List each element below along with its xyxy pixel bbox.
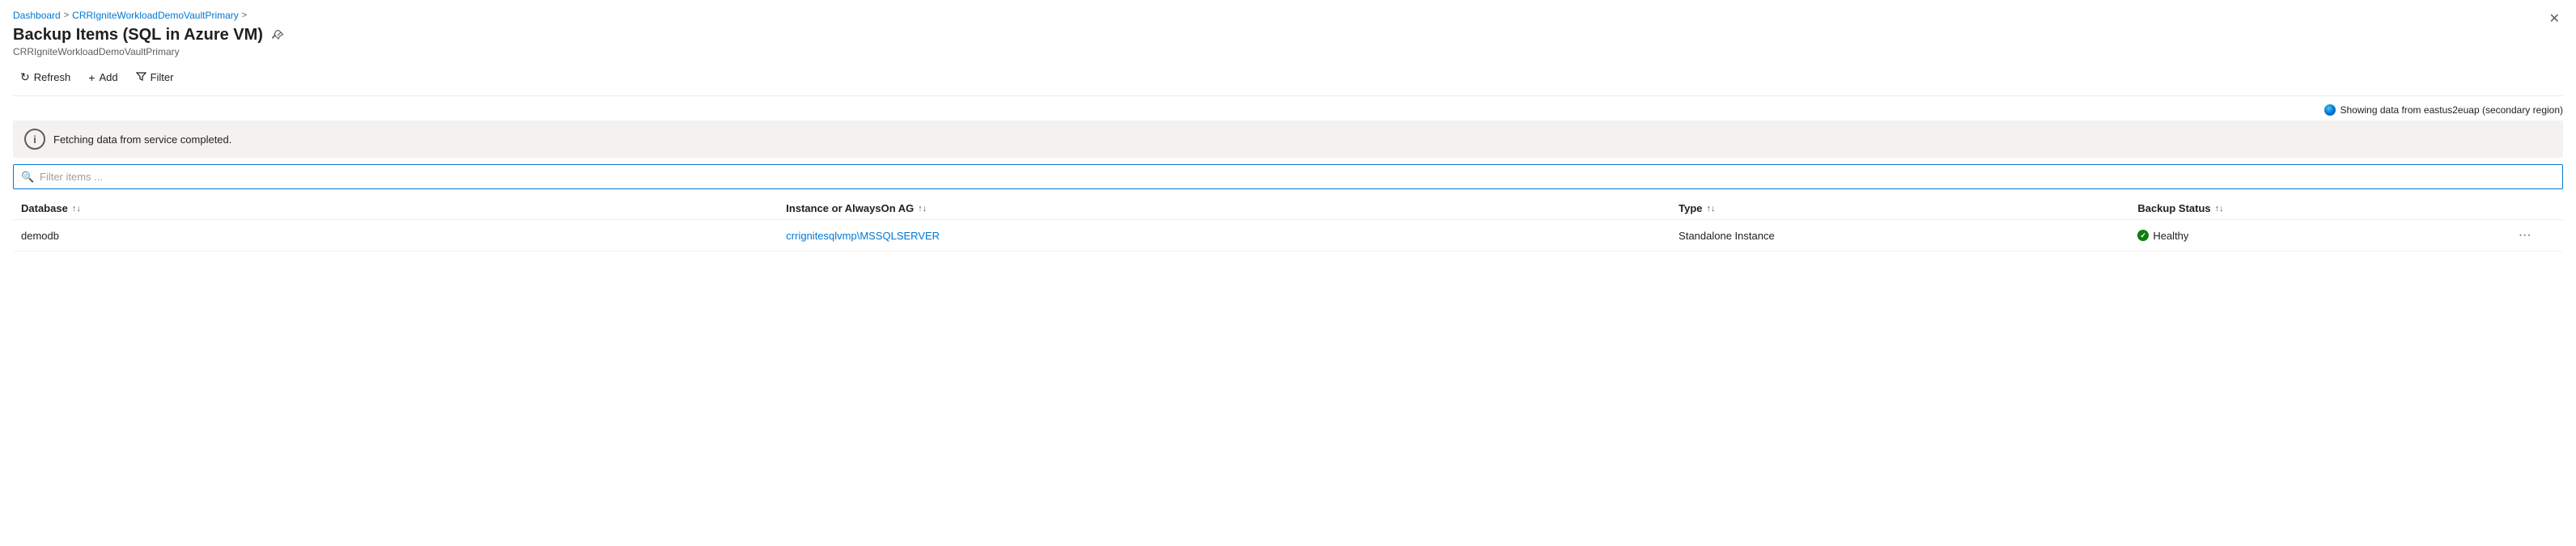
page-container: Dashboard > CRRIgniteWorkloadDemoVaultPr…: [0, 0, 2576, 252]
refresh-button[interactable]: ↻ Refresh: [13, 66, 78, 89]
pin-icon[interactable]: [271, 29, 284, 42]
status-icon-0: [2137, 230, 2149, 241]
backup-items-table: Database ↑↓ Instance or AlwaysOn AG ↑↓ T…: [13, 196, 2563, 252]
filter-label: Filter: [151, 71, 174, 83]
page-title: Backup Items (SQL in Azure VM): [13, 26, 263, 44]
sort-icon-type[interactable]: ↑↓: [1707, 204, 1716, 214]
refresh-icon: ↻: [20, 70, 30, 84]
table-row: demodb crrignitesqlvmp\MSSQLSERVER Stand…: [13, 220, 2563, 252]
close-button[interactable]: ✕: [2546, 10, 2563, 29]
info-message: Fetching data from service completed.: [53, 133, 231, 146]
filter-button[interactable]: Filter: [129, 66, 181, 89]
filter-input[interactable]: [13, 164, 2563, 189]
cell-instance-0[interactable]: crrignitesqlvmp\MSSQLSERVER: [778, 220, 1670, 252]
filter-input-container: 🔍: [13, 164, 2563, 189]
add-label: Add: [99, 71, 117, 83]
toolbar: ↻ Refresh + Add Filter: [13, 66, 2563, 96]
breadcrumb: Dashboard > CRRIgniteWorkloadDemoVaultPr…: [13, 10, 2563, 21]
col-header-type: Type ↑↓: [1670, 196, 2129, 220]
cell-database-0: demodb: [13, 220, 778, 252]
add-icon: +: [88, 71, 95, 84]
status-label-0: Healthy: [2153, 230, 2188, 242]
sort-icon-database[interactable]: ↑↓: [72, 204, 81, 214]
sort-icon-backup-status[interactable]: ↑↓: [2215, 204, 2224, 214]
table-header: Database ↑↓ Instance or AlwaysOn AG ↑↓ T…: [13, 196, 2563, 220]
cell-type-0: Standalone Instance: [1670, 220, 2129, 252]
breadcrumb-separator-2: >: [242, 11, 247, 20]
page-subtitle: CRRIgniteWorkloadDemoVaultPrimary: [13, 46, 2563, 57]
info-icon: i: [24, 129, 45, 150]
sort-icon-instance[interactable]: ↑↓: [918, 204, 927, 214]
add-button[interactable]: + Add: [81, 66, 125, 89]
globe-icon: [2324, 104, 2336, 116]
cell-actions-0[interactable]: ···: [2486, 220, 2563, 252]
secondary-region-text: Showing data from eastus2euap (secondary…: [2340, 104, 2564, 116]
info-bar: i Fetching data from service completed.: [13, 121, 2563, 158]
col-header-instance: Instance or AlwaysOn AG ↑↓: [778, 196, 1670, 220]
instance-link-0[interactable]: crrignitesqlvmp\MSSQLSERVER: [786, 230, 940, 242]
col-header-database: Database ↑↓: [13, 196, 778, 220]
col-header-actions: [2486, 196, 2563, 220]
more-button-0[interactable]: ···: [2514, 226, 2536, 244]
search-icon: 🔍: [21, 171, 34, 184]
filter-icon: [136, 71, 146, 84]
page-header: Backup Items (SQL in Azure VM): [13, 26, 2563, 44]
secondary-region-bar: Showing data from eastus2euap (secondary…: [13, 104, 2563, 116]
breadcrumb-separator-1: >: [64, 11, 69, 20]
col-header-backup-status: Backup Status ↑↓: [2129, 196, 2486, 220]
breadcrumb-vault[interactable]: CRRIgniteWorkloadDemoVaultPrimary: [72, 10, 239, 21]
breadcrumb-dashboard[interactable]: Dashboard: [13, 10, 61, 21]
cell-status-0: Healthy: [2129, 220, 2486, 252]
refresh-label: Refresh: [34, 71, 71, 83]
